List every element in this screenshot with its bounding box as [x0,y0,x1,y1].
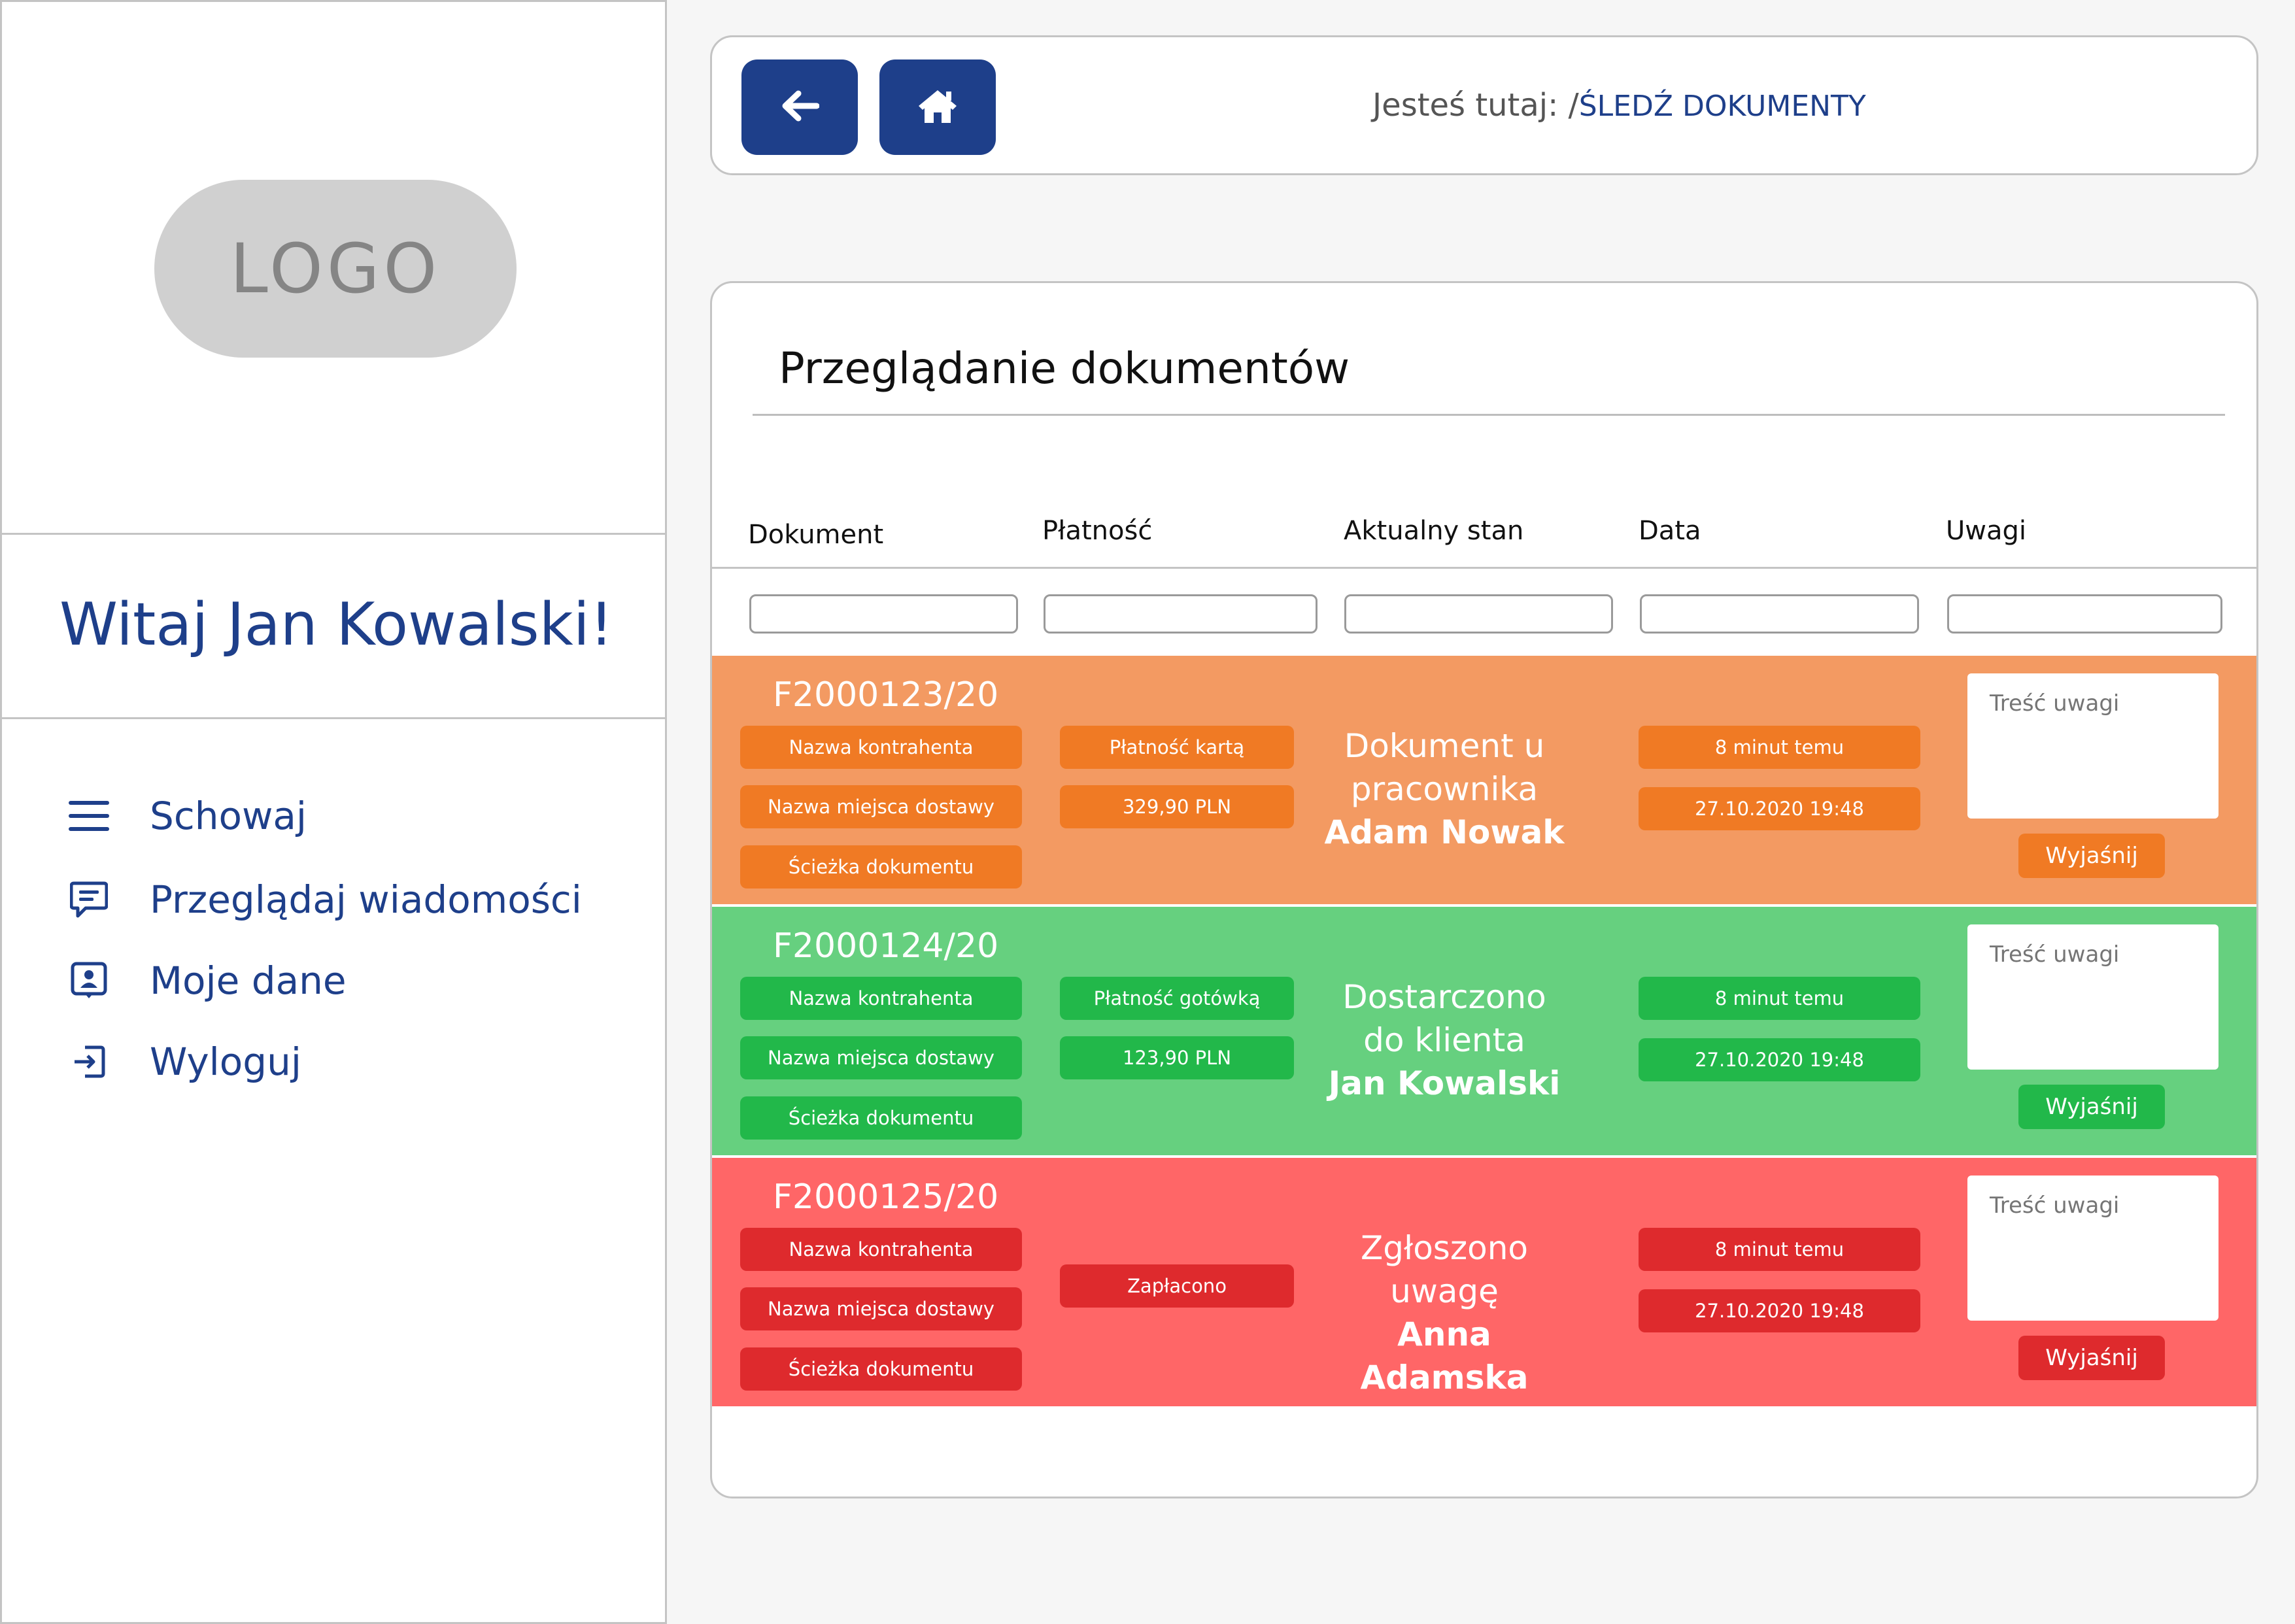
status-line: Zgłoszono [1361,1229,1528,1267]
status-person: Adam Nowak [1324,813,1565,851]
header-divider [712,567,2256,569]
current-status: Zgłoszono uwagę Anna Adamska [1314,1226,1575,1399]
home-icon [917,88,958,127]
document-number: F2000123/20 [773,675,999,715]
breadcrumb-prefix: Jesteś tutaj: / [1372,87,1579,124]
note-field[interactable] [1967,1176,2218,1321]
status-person: Anna Adamska [1360,1315,1529,1396]
time-ago-badge: 8 minut temu [1639,1228,1920,1271]
payment-method-badge: Płatność gotówką [1060,977,1294,1020]
status-line: Dostarczono [1342,978,1546,1016]
breadcrumb: Jesteś tutaj: /ŚLEDŹ DOKUMENTY [1372,87,1866,124]
profile-icon [67,959,110,1002]
contractor-button[interactable]: Nazwa kontrahenta [740,1228,1022,1271]
sidebar-item-label: Schowaj [150,794,307,838]
delivery-place-button[interactable]: Nazwa miejsca dostawy [740,1287,1022,1330]
filter-date-input[interactable] [1640,594,1919,634]
menu-icon [67,794,110,837]
date-badge: 27.10.2020 19:48 [1639,1038,1920,1081]
time-ago-badge: 8 minut temu [1639,977,1920,1020]
filter-notes-input[interactable] [1947,594,2222,634]
back-button[interactable] [741,59,858,155]
breadcrumb-current[interactable]: ŚLEDŹ DOKUMENTY [1579,90,1866,123]
table-row: F2000124/20 Nazwa kontrahenta Nazwa miej… [712,907,2256,1155]
sidebar-item-label: Moje dane [150,958,347,1003]
delivery-place-button[interactable]: Nazwa miejsca dostawy [740,785,1022,828]
document-path-button[interactable]: Ścieżka dokumentu [740,1096,1022,1140]
arrow-left-icon [780,90,820,125]
current-status: Dostarczono do klienta Jan Kowalski [1314,975,1575,1105]
welcome-text: Witaj Jan Kowalski! [60,590,613,659]
sidebar-item-logout[interactable]: Wyloguj [67,1032,301,1091]
explain-button[interactable]: Wyjaśnij [2018,1336,2165,1380]
sidebar-item-label: Przeglądaj wiadomości [150,877,582,922]
contractor-button[interactable]: Nazwa kontrahenta [740,977,1022,1020]
sidebar-item-label: Wyloguj [150,1040,301,1084]
date-badge: 27.10.2020 19:48 [1639,1289,1920,1332]
filter-status-input[interactable] [1344,594,1613,634]
sidebar-item-messages[interactable]: Przeglądaj wiadomości [67,870,582,929]
documents-panel: Przeglądanie dokumentów Dokument Płatnoś… [710,281,2258,1498]
document-number: F2000125/20 [773,1177,999,1217]
status-line: Dokument u [1344,727,1545,765]
document-number: F2000124/20 [773,926,999,966]
logout-icon [67,1040,110,1083]
date-badge: 27.10.2020 19:48 [1639,787,1920,830]
current-status: Dokument u pracownika Adam Nowak [1314,724,1575,854]
page-title: Przeglądanie dokumentów [779,343,1350,394]
column-header-date: Data [1639,516,1701,546]
contractor-button[interactable]: Nazwa kontrahenta [740,726,1022,769]
table-row: F2000125/20 Nazwa kontrahenta Nazwa miej… [712,1158,2256,1406]
payment-method-badge: Płatność kartą [1060,726,1294,769]
explain-button[interactable]: Wyjaśnij [2018,1085,2165,1129]
explain-button[interactable]: Wyjaśnij [2018,834,2165,878]
welcome-area: Witaj Jan Kowalski! [2,535,665,719]
status-line: uwagę [1390,1272,1499,1310]
time-ago-badge: 8 minut temu [1639,726,1920,769]
status-person: Jan Kowalski [1328,1064,1561,1102]
title-divider [753,414,2225,416]
status-line: pracownika [1350,770,1538,808]
header-panel: Jesteś tutaj: /ŚLEDŹ DOKUMENTY [710,35,2258,175]
column-header-document: Dokument [748,520,884,550]
note-field[interactable] [1967,924,2218,1070]
column-header-notes: Uwagi [1946,516,2027,546]
table-row: F2000123/20 Nazwa kontrahenta Nazwa miej… [712,656,2256,904]
delivery-place-button[interactable]: Nazwa miejsca dostawy [740,1036,1022,1079]
column-header-payment: Płatność [1042,516,1153,546]
payment-amount-badge: 123,90 PLN [1060,1036,1294,1079]
payment-status-badge: Zapłacono [1060,1264,1294,1308]
message-icon [67,878,110,921]
home-button[interactable] [879,59,996,155]
filter-document-input[interactable] [749,594,1018,634]
logo-area: LOGO [2,2,665,535]
sidebar-item-my-data[interactable]: Moje dane [67,951,347,1010]
note-field[interactable] [1967,673,2218,819]
sidebar-item-schowaj[interactable]: Schowaj [67,787,307,845]
document-path-button[interactable]: Ścieżka dokumentu [740,845,1022,888]
filter-payment-input[interactable] [1044,594,1318,634]
payment-amount-badge: 329,90 PLN [1060,785,1294,828]
document-path-button[interactable]: Ścieżka dokumentu [740,1347,1022,1391]
logo: LOGO [154,180,517,358]
column-header-status: Aktualny stan [1344,516,1524,546]
sidebar: LOGO Witaj Jan Kowalski! Schowaj Przeglą… [0,0,667,1624]
status-line: do klienta [1363,1021,1525,1059]
